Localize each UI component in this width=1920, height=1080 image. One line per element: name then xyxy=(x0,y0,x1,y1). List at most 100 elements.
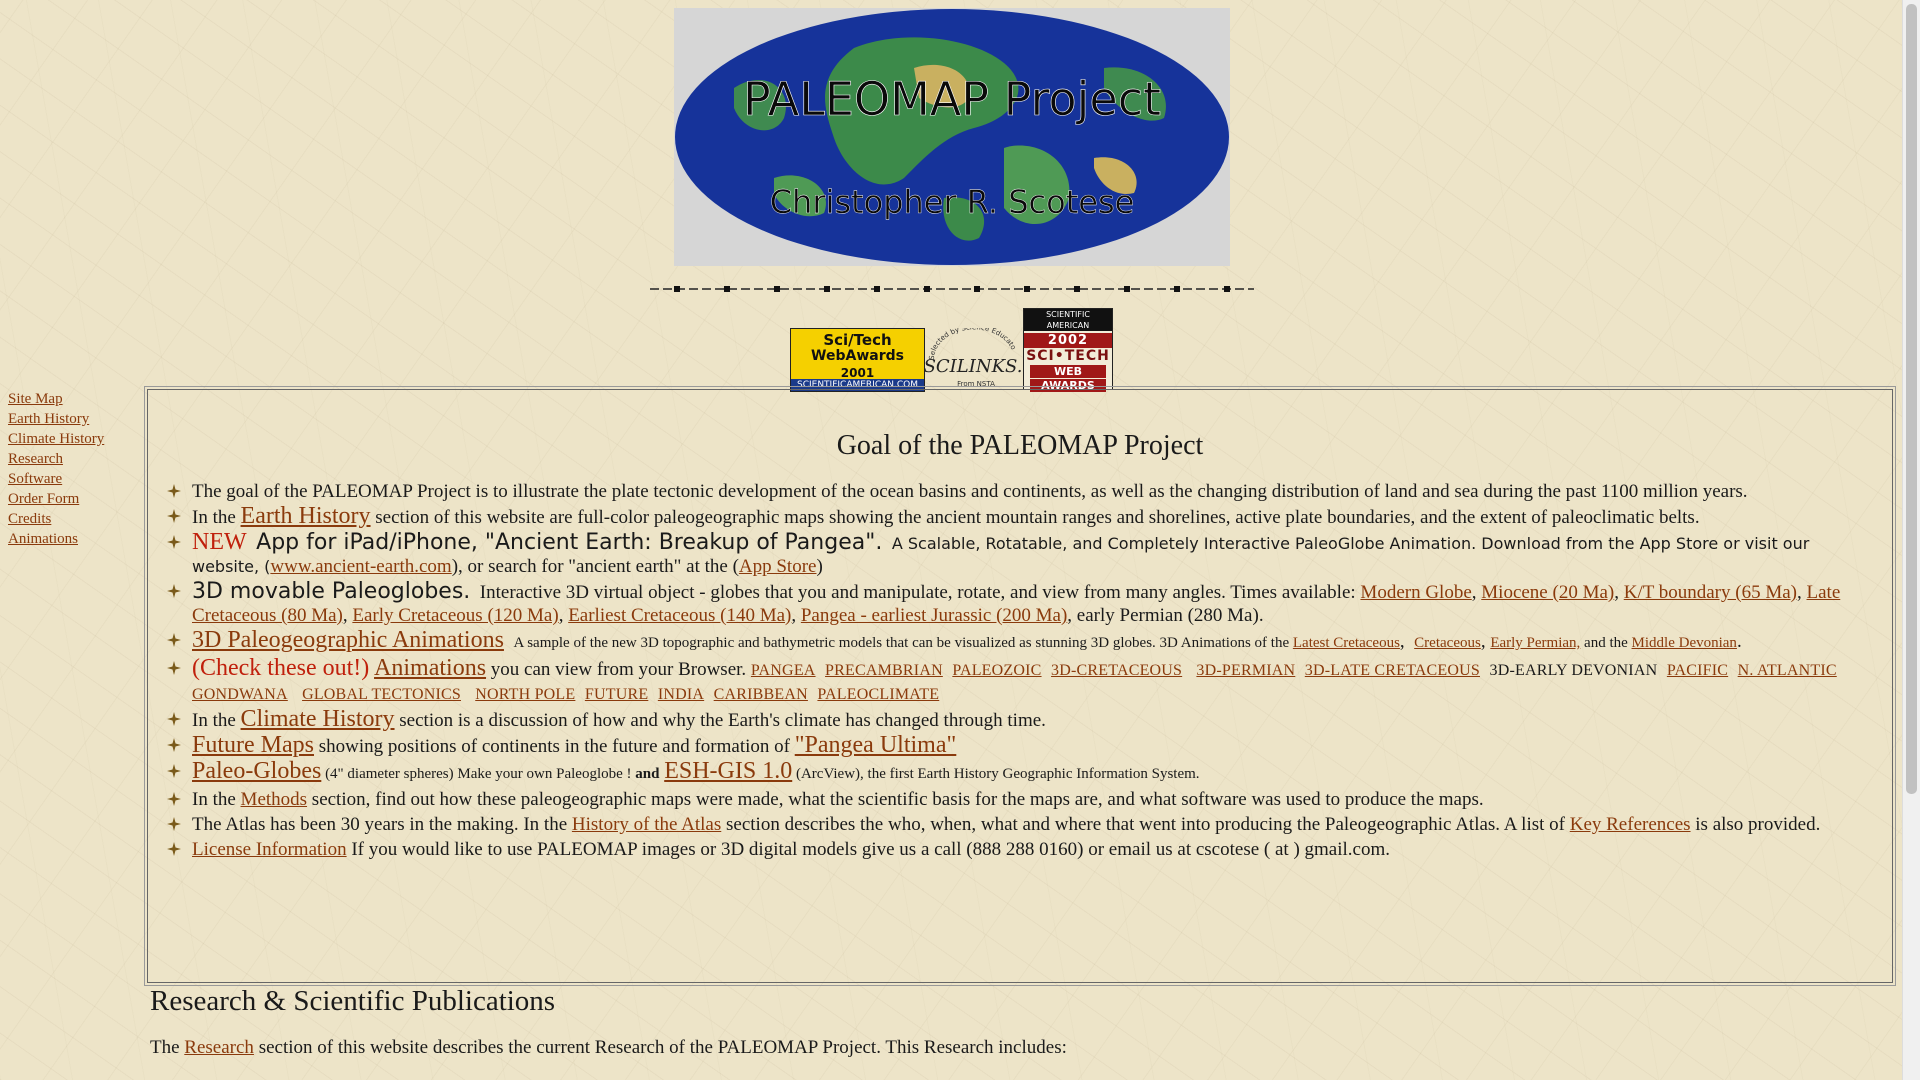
paleo-globes-link[interactable]: Paleo-Globes xyxy=(192,758,321,784)
scrollbar-thumb[interactable] xyxy=(1906,4,1917,794)
star-bullet-icon xyxy=(167,709,181,726)
sidebar-item-climate-history[interactable]: Climate History xyxy=(8,429,138,449)
star-bullet-icon xyxy=(167,630,181,647)
text: Interactive 3D virtual object - globes t… xyxy=(479,582,1361,603)
sidebar-item-credits[interactable]: Credits xyxy=(8,509,138,529)
text: The xyxy=(150,1037,185,1058)
award-header: SCIENTIFIC AMERICAN xyxy=(1024,309,1112,331)
sidebar-item-earth-history[interactable]: Earth History xyxy=(8,409,138,429)
pangea-jurassic-link[interactable]: Pangea - earliest Jurassic (200 Ma) xyxy=(801,605,1067,626)
animations-link[interactable]: Animations xyxy=(374,655,486,681)
star-bullet-icon xyxy=(167,658,181,675)
cretaceous-link[interactable]: Cretaceous xyxy=(1414,635,1481,651)
sidebar-item-site-map[interactable]: Site Map xyxy=(8,389,138,409)
scilinks-badge[interactable]: Selected by Science Educators SCILINKS. … xyxy=(922,322,1022,390)
anim-india-link[interactable]: INDIA xyxy=(658,686,704,703)
methods-link[interactable]: Methods xyxy=(241,789,308,810)
scilinks-sub: From NSTA xyxy=(957,380,995,388)
climate-history-link[interactable]: Climate History xyxy=(241,706,395,732)
anim-future-link[interactable]: FUTURE xyxy=(585,686,648,703)
goal-title: Goal of the PALEOMAP Project xyxy=(836,430,1204,461)
anim-n-atlantic-link[interactable]: N. ATLANTIC xyxy=(1738,662,1837,679)
goal-text: The goal of the PALEOMAP Project is to i… xyxy=(192,481,1748,502)
middle-devonian-link[interactable]: Middle Devonian xyxy=(1632,635,1737,651)
sidebar-item-research[interactable]: Research xyxy=(8,449,138,469)
3d-animations-link[interactable]: 3D Paleogeographic Animations xyxy=(192,627,504,653)
anim-gondwana-link[interactable]: GONDWANA xyxy=(192,686,288,703)
list-item: Future Maps showing positions of contine… xyxy=(164,732,1879,758)
modern-globe-link[interactable]: Modern Globe xyxy=(1360,582,1471,603)
logo-title: PALEOMAP Project xyxy=(743,72,1161,126)
star-bullet-icon xyxy=(167,506,181,523)
anim-precambrian-link[interactable]: PRECAMBRIAN xyxy=(825,662,943,679)
anim-paleoclimate-link[interactable]: PALEOCLIMATE xyxy=(817,686,939,703)
text: (ArcView), the first Earth History Geogr… xyxy=(792,766,1200,782)
anim-3d-late-cretaceous-link[interactable]: 3D-LATE CRETACEOUS xyxy=(1305,662,1480,679)
award-web: WEB xyxy=(1030,365,1106,378)
future-maps-link[interactable]: Future Maps xyxy=(192,732,314,758)
award-line1: Sci/Tech xyxy=(823,331,892,349)
text: showing positions of continents in the f… xyxy=(314,736,795,757)
pangea-ultima-link[interactable]: "Pangea Ultima" xyxy=(795,732,957,758)
star-bullet-icon xyxy=(167,814,181,831)
paleoglobes-heading: 3D movable Paleoglobes. xyxy=(192,579,471,604)
miocene-link[interactable]: Miocene (20 Ma) xyxy=(1481,582,1614,603)
list-item: Paleo-Globes (4" diameter spheres) Make … xyxy=(164,758,1879,786)
new-badge: NEW xyxy=(192,529,247,555)
star-bullet-icon xyxy=(167,481,181,498)
license-information-link[interactable]: License Information xyxy=(192,839,347,860)
decorative-divider xyxy=(650,279,1254,299)
scitech-2002-award[interactable]: SCIENTIFIC AMERICAN 2002 SCI•TECH WEB AW… xyxy=(1023,308,1113,392)
history-of-atlas-link[interactable]: History of the Atlas xyxy=(572,814,721,835)
sidebar-item-animations[interactable]: Animations xyxy=(8,529,138,549)
anim-pangea-link[interactable]: PANGEA xyxy=(751,662,816,679)
kt-boundary-link[interactable]: K/T boundary (65 Ma) xyxy=(1624,582,1797,603)
anim-3d-permian-link[interactable]: 3D-PERMIAN xyxy=(1196,662,1295,679)
earth-history-link[interactable]: Earth History xyxy=(241,503,371,529)
text: ), or search for "ancient earth" at the … xyxy=(451,556,739,577)
anim-paleozoic-link[interactable]: PALEOZOIC xyxy=(952,662,1041,679)
goal-list: The goal of the PALEOMAP Project is to i… xyxy=(164,480,1879,863)
star-bullet-icon xyxy=(167,735,181,752)
text: section is a discussion of how and why t… xyxy=(394,710,1046,731)
anim-pacific-link[interactable]: PACIFIC xyxy=(1667,662,1728,679)
star-bullet-icon xyxy=(167,532,181,549)
latest-cretaceous-link[interactable]: Latest Cretaceous xyxy=(1293,635,1400,651)
text: section describes the who, when, what an… xyxy=(721,814,1570,835)
anim-north-pole-link[interactable]: NORTH POLE xyxy=(475,686,575,703)
early-cretaceous-link[interactable]: Early Cretaceous (120 Ma) xyxy=(352,605,558,626)
paleomap-logo: PALEOMAP Project Christopher R. Scotese xyxy=(674,8,1230,266)
esh-gis-link[interactable]: ESH-GIS 1.0 xyxy=(664,758,792,784)
anim-3d-early-devonian: 3D-EARLY DEVONIAN xyxy=(1489,662,1658,679)
goal-section: Goal of the PALEOMAP Project The goal of… xyxy=(144,386,1896,986)
app-store-link[interactable]: App Store xyxy=(739,556,817,577)
vertical-scrollbar[interactable] xyxy=(1902,0,1920,1080)
list-item: The Atlas has been 30 years in the makin… xyxy=(164,813,1879,836)
scilinks-name: SCILINKS. xyxy=(924,356,1022,377)
key-references-link[interactable]: Key References xyxy=(1570,814,1691,835)
text: section of this website describes the cu… xyxy=(253,1037,1067,1058)
list-item: In the Earth History section of this web… xyxy=(164,503,1879,529)
list-item: License Information If you would like to… xyxy=(164,838,1879,861)
early-permian-link[interactable]: Early Permian, xyxy=(1490,635,1580,651)
and-text: and xyxy=(635,766,660,782)
research-link[interactable]: Research xyxy=(184,1037,254,1058)
text: section, find out how these paleogeograp… xyxy=(307,789,1484,810)
ancient-earth-link[interactable]: www.ancient-earth.com xyxy=(270,556,451,577)
sidebar-item-order-form[interactable]: Order Form xyxy=(8,489,138,509)
star-bullet-icon xyxy=(167,839,181,856)
anim-3d-cretaceous-link[interactable]: 3D-CRETACEOUS xyxy=(1051,662,1182,679)
anim-caribbean-link[interactable]: CARIBBEAN xyxy=(714,686,808,703)
text: you can view from your Browser. xyxy=(486,659,747,680)
scitech-2001-award[interactable]: Sci/Tech WebAwards 2001 SCIENTIFICAMERIC… xyxy=(790,328,925,392)
earliest-cretaceous-link[interactable]: Earliest Cretaceous (140 Ma) xyxy=(568,605,791,626)
sidebar-item-software[interactable]: Software xyxy=(8,469,138,489)
text: In the xyxy=(192,789,241,810)
list-item: In the Methods section, find out how the… xyxy=(164,788,1879,811)
text: (4" diameter spheres) Make your own Pale… xyxy=(321,766,636,782)
text: A sample of the new 3D topographic and b… xyxy=(513,635,1293,651)
text: If you would like to use PALEOMAP images… xyxy=(346,839,1390,860)
list-item: NEW App for iPad/iPhone, "Ancient Earth:… xyxy=(164,529,1879,578)
list-item: 3D movable Paleoglobes. Interactive 3D v… xyxy=(164,580,1879,627)
anim-global-tectonics-link[interactable]: GLOBAL TECTONICS xyxy=(302,686,461,703)
